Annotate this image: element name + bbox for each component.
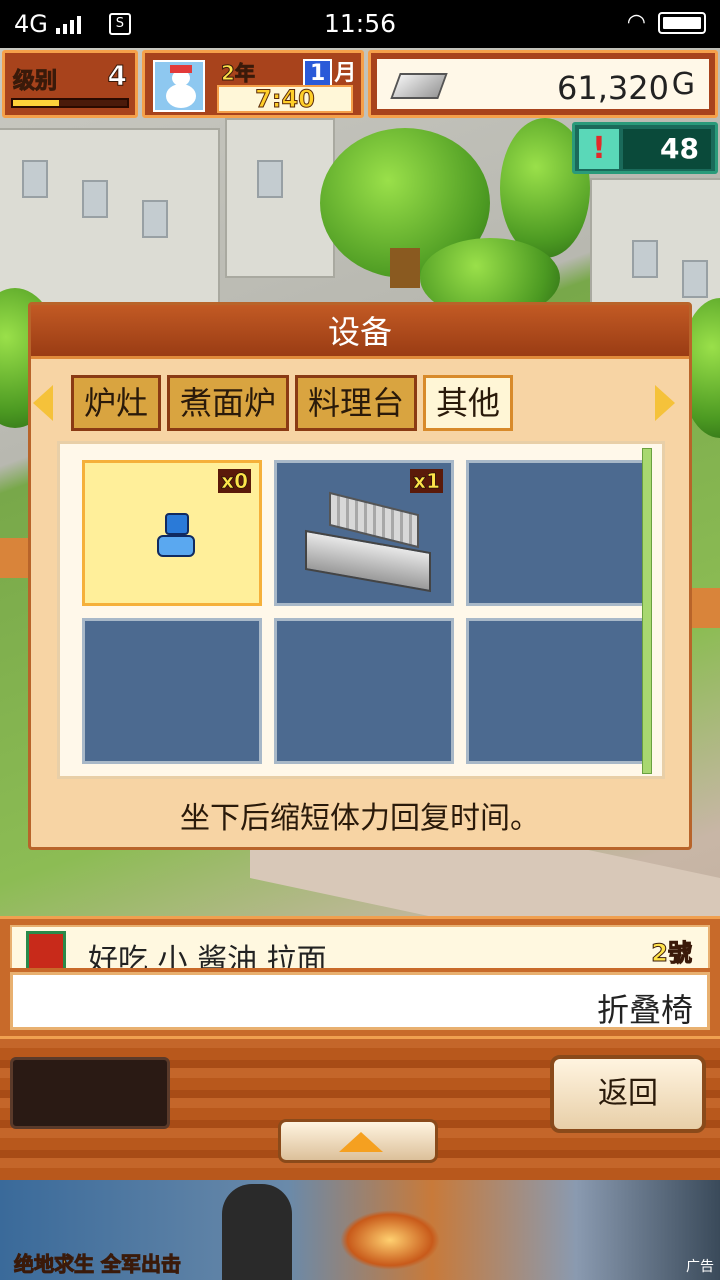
- bottom-control-panel: 返回: [0, 1036, 720, 1180]
- chair-icon: [155, 513, 199, 567]
- level-panel[interactable]: 级别 4: [2, 50, 138, 118]
- clock-time: 11:56: [323, 9, 397, 38]
- item-slot-empty[interactable]: [82, 618, 262, 764]
- alert-panel[interactable]: ! 48: [572, 122, 718, 174]
- soldier-image: [222, 1184, 292, 1280]
- level-value: 4: [107, 59, 128, 93]
- alert-count: 48: [623, 129, 711, 169]
- level-label: 级别: [12, 69, 58, 95]
- battery-icon: [658, 11, 706, 34]
- money-amount: 61,320: [557, 69, 669, 107]
- snowman-icon: [153, 60, 205, 112]
- item-slot-folding-chair[interactable]: x0: [82, 460, 262, 606]
- tab-noodle-boiler[interactable]: 煮面炉: [167, 375, 290, 431]
- wifi-icon: ◠: [626, 10, 646, 35]
- date-panel[interactable]: 2年 1月 7:40: [142, 50, 364, 118]
- item-slot-empty[interactable]: [274, 618, 454, 764]
- item-grid: x0 x1: [57, 441, 665, 779]
- equipment-dialog: 设备 炉灶 煮面炉 料理台 其他 x0 x1 坐下后缩短体力回复时间。: [28, 302, 692, 850]
- item-slot-sink[interactable]: x1: [274, 460, 454, 606]
- level-progress-bar: [11, 98, 129, 108]
- next-tab-arrow-icon[interactable]: [655, 385, 675, 421]
- ad-label: 广告: [686, 1259, 714, 1275]
- game-clock: 7:40: [217, 85, 353, 113]
- selected-item-name: 折叠椅: [596, 991, 693, 1029]
- sink-icon: [305, 491, 431, 593]
- item-slot-empty[interactable]: [466, 460, 646, 606]
- back-button[interactable]: 返回: [550, 1055, 706, 1133]
- fence: [0, 538, 28, 578]
- exclamation-icon: !: [579, 129, 619, 169]
- prev-tab-arrow-icon[interactable]: [33, 385, 53, 421]
- ad-tagline: 绝地求生 全军出击: [14, 1252, 182, 1277]
- month-number: 1: [303, 59, 333, 88]
- item-description: 坐下后缩短体力回复时间。: [180, 801, 540, 836]
- explosion-image: [340, 1210, 440, 1270]
- silver-bar-icon: [390, 73, 448, 99]
- tree-trunk: [390, 248, 420, 288]
- triangle-up-icon: [339, 1132, 383, 1152]
- fence: [692, 588, 720, 628]
- item-slot-empty[interactable]: [466, 618, 646, 764]
- month-label: 1月: [303, 55, 356, 88]
- ad-banner[interactable]: 绝地求生 全军出击 广告: [0, 1180, 720, 1280]
- currency-symbol: G: [671, 67, 695, 102]
- month-unit: 月: [334, 61, 357, 86]
- dialog-title: 设备: [31, 305, 689, 359]
- tab-other[interactable]: 其他: [423, 375, 514, 431]
- year-label: 2年: [221, 61, 256, 86]
- building: [225, 118, 335, 278]
- status-bar: 4G S 11:56 ◠: [0, 0, 720, 48]
- item-count: x1: [410, 469, 443, 493]
- shop-rank: 2號: [651, 939, 693, 968]
- shop-name: 好吃 小 酱油 拉面: [88, 943, 327, 971]
- selected-item-bar: 折叠椅: [0, 968, 720, 1036]
- category-tabs: 炉灶 煮面炉 料理台 其他: [71, 375, 514, 431]
- expand-up-button[interactable]: [278, 1119, 438, 1163]
- shop-icon: [26, 931, 66, 969]
- tab-stove[interactable]: 炉灶: [71, 375, 162, 431]
- empty-slot: [10, 1057, 170, 1129]
- item-count: x0: [218, 469, 251, 493]
- money-panel[interactable]: 61,320 G: [368, 50, 718, 118]
- shop-info-bar: 好吃 小 酱油 拉面 2號: [0, 916, 720, 972]
- grid-scrollbar[interactable]: [642, 448, 652, 774]
- tab-prep-table[interactable]: 料理台: [295, 375, 418, 431]
